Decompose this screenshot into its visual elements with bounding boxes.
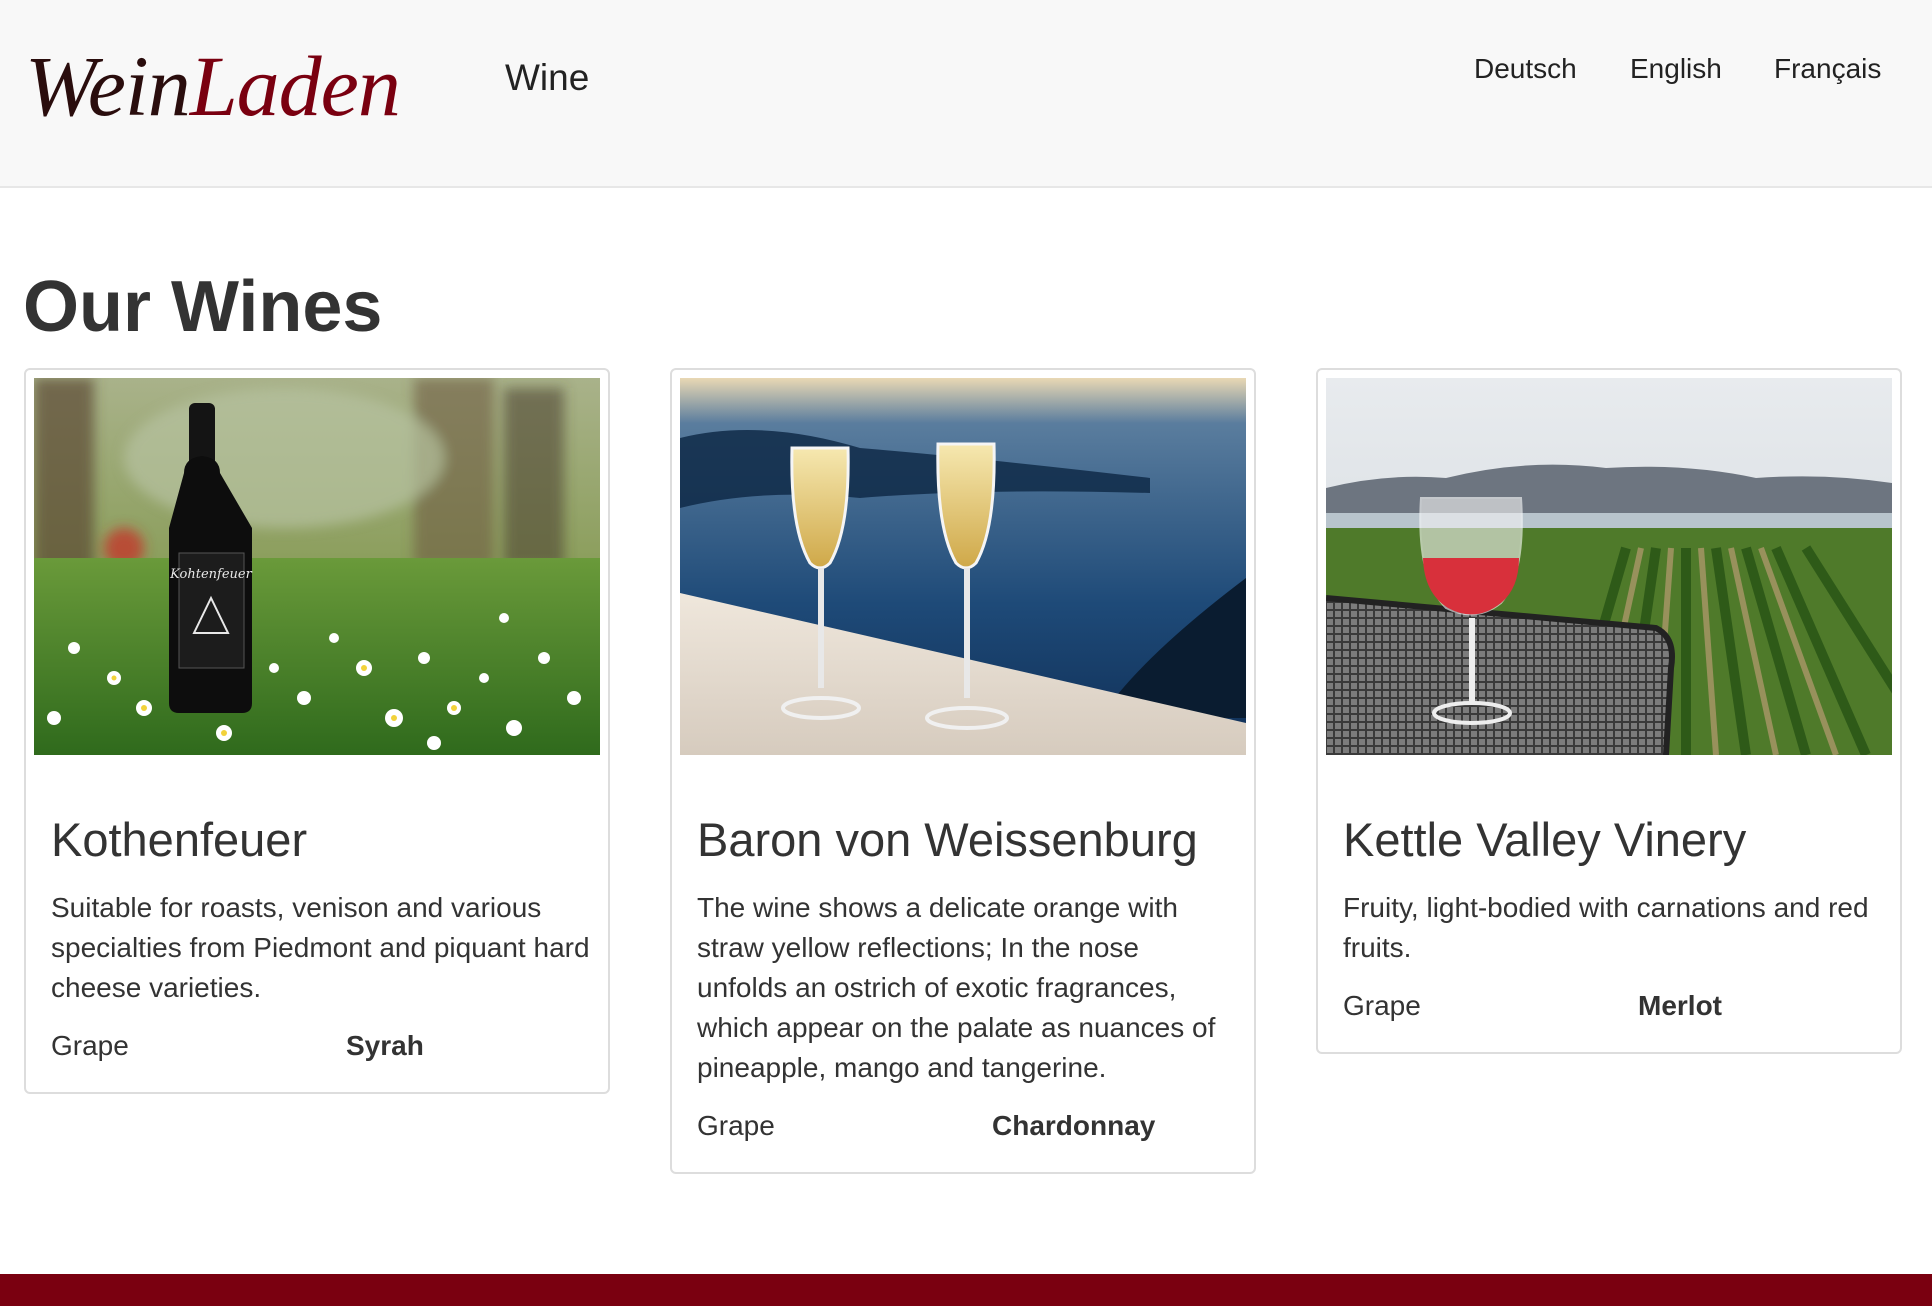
grape-label: Grape [1343,990,1421,1021]
wine-image-champagne-glasses [680,378,1246,755]
wine-description: The wine shows a delicate orange with st… [697,892,1216,1083]
wine-image-bottle-in-meadow: Kohtenfeuer [34,378,600,755]
nav-link-wine[interactable]: Wine [505,56,589,100]
page-title: Our Wines [23,267,383,347]
wine-name[interactable]: Baron von Weissenburg [697,812,1198,868]
grape-label: Grape [51,1030,129,1061]
navbar: WeinLaden Wine Deutsch English Français [0,0,1932,188]
brand-logo[interactable]: WeinLaden [25,36,401,136]
footer-bar [0,1274,1932,1306]
grape-value: Merlot [1638,990,1722,1021]
wine-description: Fruity, light-bodied with carnations and… [1343,892,1869,963]
logo-text-laden: Laden [189,38,401,134]
logo-text-wein: Wein [25,38,191,134]
wine-card-kettle-valley-vinery[interactable]: Kettle Valley Vinery Fruity, light-bodie… [1316,368,1902,1054]
language-link-francais[interactable]: Français [1774,50,1881,88]
language-link-english[interactable]: English [1630,50,1722,88]
wine-name[interactable]: Kothenfeuer [51,812,307,868]
wine-name[interactable]: Kettle Valley Vinery [1343,812,1746,868]
wine-image-vineyard-glass [1326,378,1892,755]
grape-value: Syrah [346,1030,424,1061]
bottle-label-text: Kohtenfeuer [169,567,252,582]
grape-value: Chardonnay [992,1110,1156,1141]
wine-card-baron-von-weissenburg[interactable]: Baron von Weissenburg The wine shows a d… [670,368,1256,1174]
grape-label: Grape [697,1110,775,1141]
wine-description: Suitable for roasts, venison and various… [51,892,590,1003]
wine-card-kothenfeuer[interactable]: Kohtenfeuer Kothenfeuer Suitable for roa… [24,368,610,1094]
language-link-deutsch[interactable]: Deutsch [1474,50,1577,88]
